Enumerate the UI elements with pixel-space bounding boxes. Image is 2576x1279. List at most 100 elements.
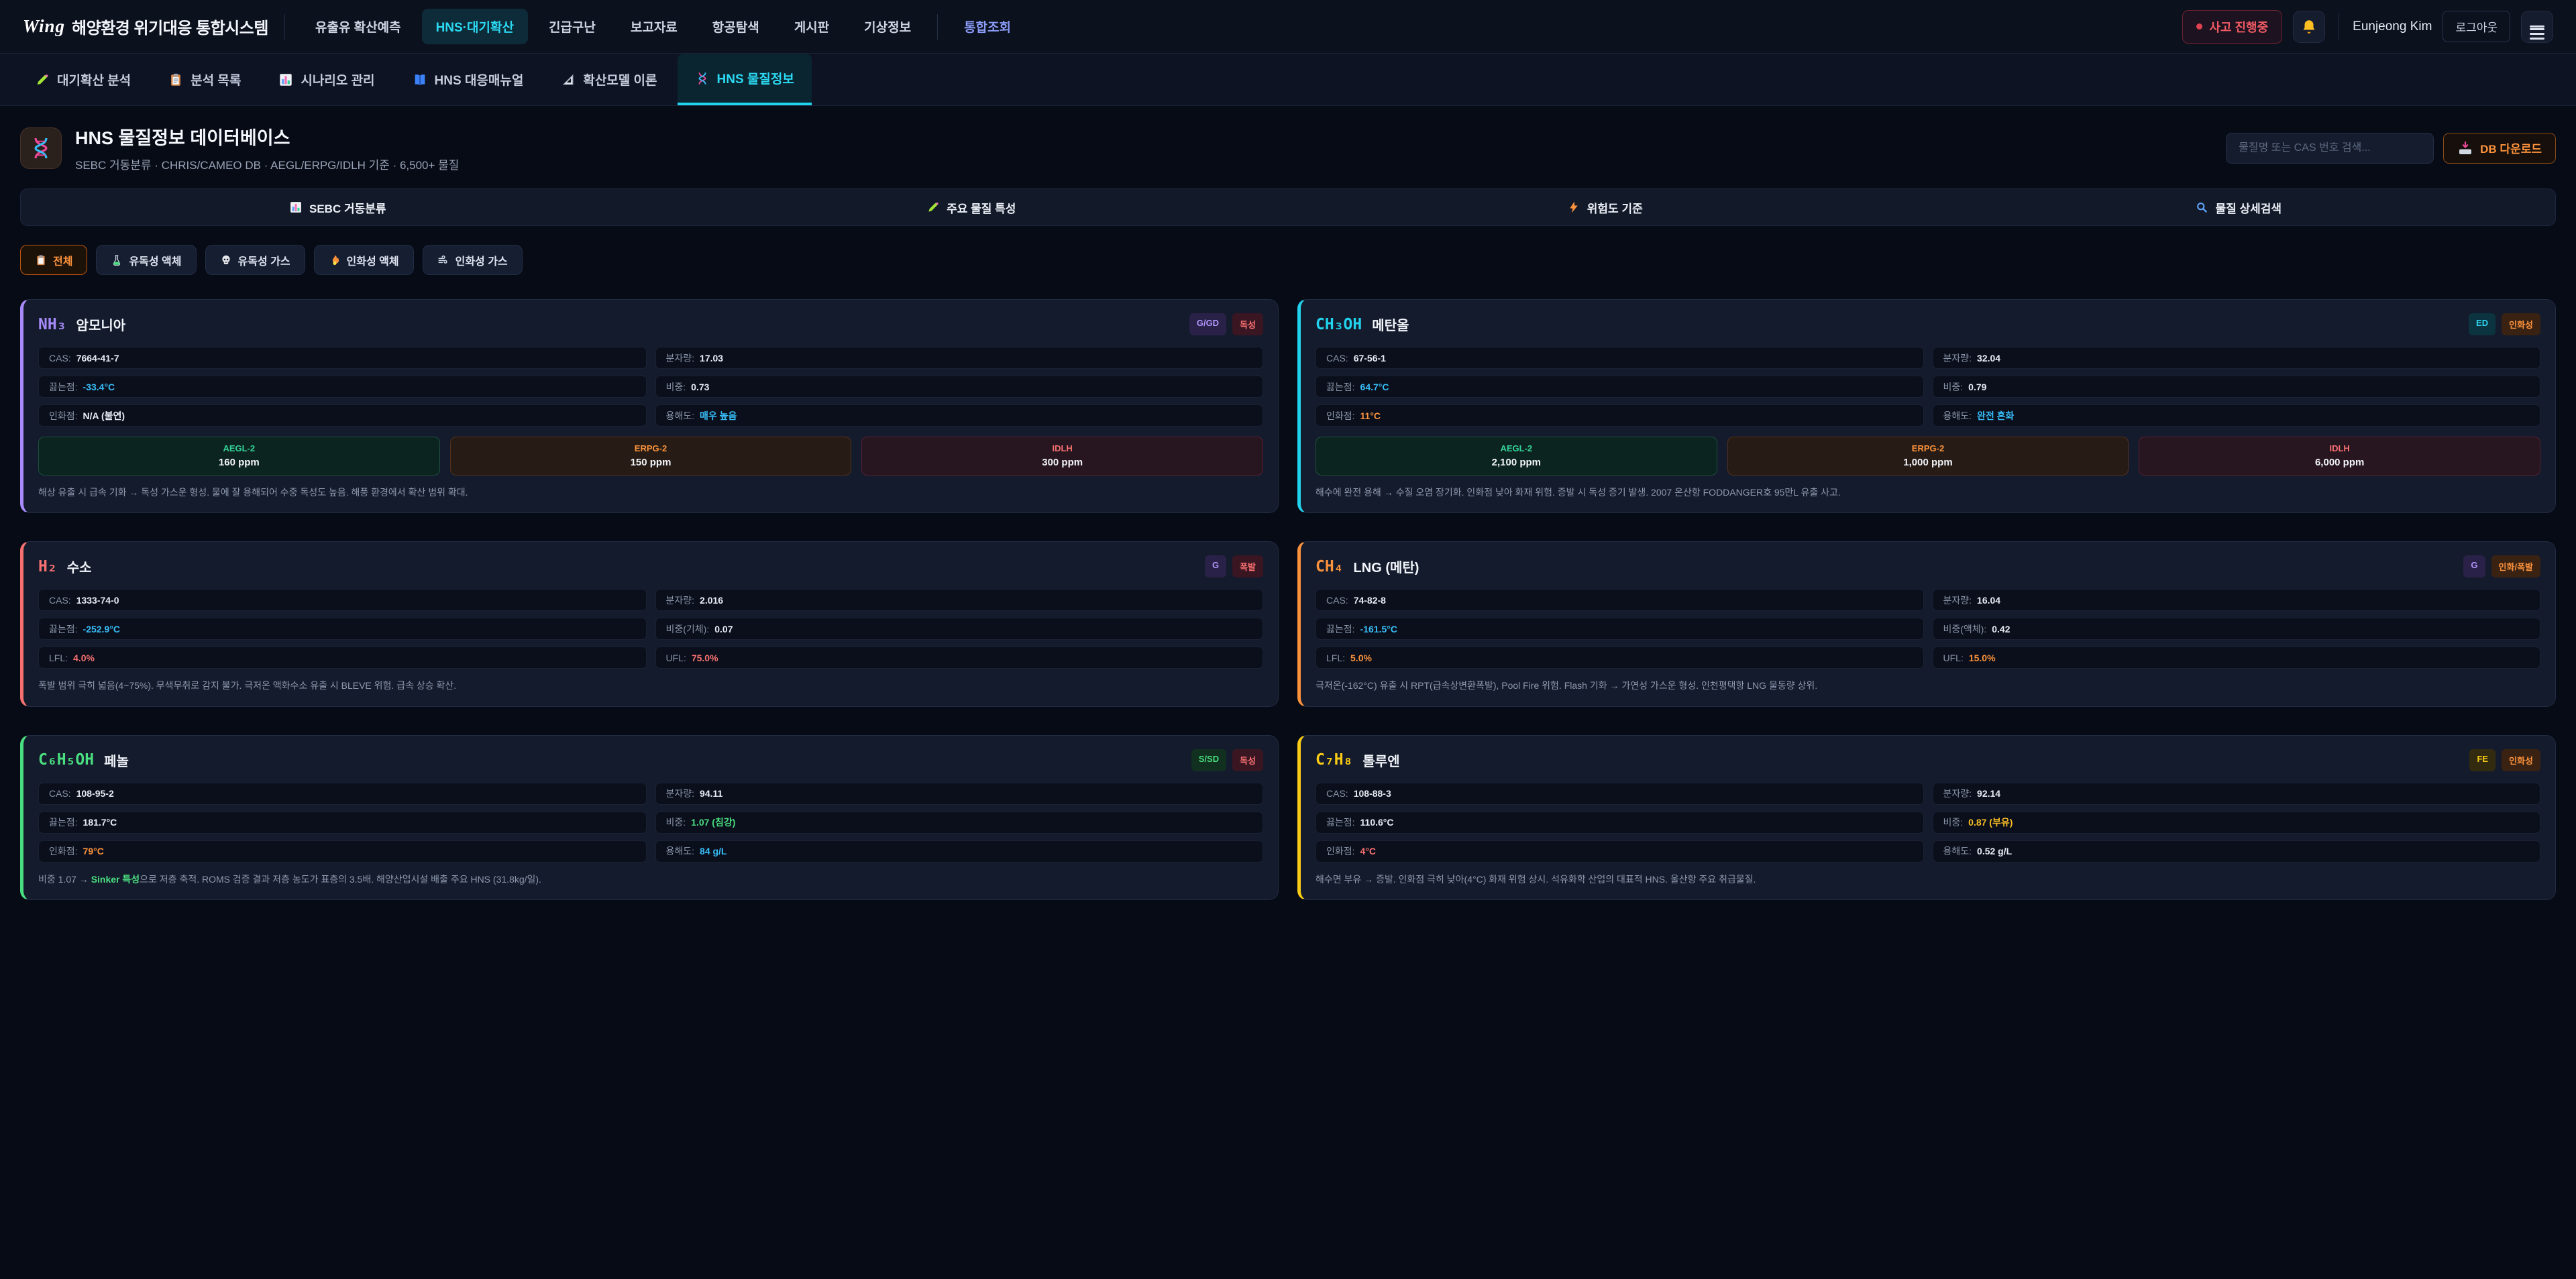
filter-toxic-liquid[interactable]: 유독성 액체 (96, 245, 196, 275)
field-molweight: 분자량:16.04 (1933, 589, 2541, 611)
field-label: 인화점: (1326, 409, 1355, 423)
field-value: 79°C (83, 846, 104, 856)
stat-aegl2: AEGL-22,100 ppm (1316, 437, 1717, 476)
page-subtitle: SEBC 거동분류 · CHRIS/CAMEO DB · AEGL/ERPG/I… (75, 156, 459, 172)
nav-item-hns-dispersion[interactable]: HNS·대기확산 (422, 9, 528, 44)
nav-item-integrated-search[interactable]: 통합조회 (950, 9, 1025, 44)
stat-erpg2: ERPG-2150 ppm (450, 437, 852, 476)
filter-label: 인화성 액체 (347, 252, 399, 268)
field-label: CAS: (49, 353, 71, 364)
filter-chips: 전체 유독성 액체 유독성 가스 인화성 액체 인화성 가스 (20, 245, 2556, 275)
badge-group: FE 인화성 (2469, 749, 2540, 771)
page-header: HNS 물질정보 데이터베이스 SEBC 거동분류 · CHRIS/CAMEO … (20, 123, 2556, 172)
field-label: 인화점: (49, 409, 78, 423)
stat-value: 160 ppm (39, 457, 439, 468)
chemical-formula: H₂ (38, 558, 57, 575)
badge-group: S/SD 독성 (1191, 749, 1263, 771)
field-boiling-point: 끓는점:-252.9°C (38, 618, 647, 640)
filter-all[interactable]: 전체 (20, 245, 87, 275)
substance-card-hydrogen: H₂ 수소 G 폭발 CAS:1333-74-0 분자량:2.016 끓는점:-… (20, 541, 1279, 706)
filter-label: 유독성 가스 (238, 252, 290, 268)
field-grid: CAS:67-56-1 분자량:32.04 끓는점:64.7°C 비중:0.79… (1316, 347, 2540, 427)
field-value: 1.07 (침강) (691, 816, 735, 829)
field-grid: CAS:7664-41-7 분자량:17.03 끓는점:-33.4°C 비중:0… (38, 347, 1263, 427)
substance-card-lng: CH₄ LNG (메탄) G 인화/폭발 CAS:74-82-8 분자량:16.… (1297, 541, 2556, 706)
nav-item-board[interactable]: 게시판 (780, 9, 843, 44)
search-input[interactable] (2226, 133, 2434, 164)
chemical-formula: C₇H₈ (1316, 751, 1352, 769)
field-flash-point: 인화점:4°C (1316, 840, 1924, 863)
nav-item-rescue[interactable]: 긴급구난 (535, 9, 610, 44)
field-label: LFL: (1326, 653, 1345, 663)
hamburger-icon (2530, 25, 2544, 27)
field-specific-gravity: 비중:0.73 (655, 376, 1264, 398)
nav-item-weather[interactable]: 기상정보 (850, 9, 925, 44)
field-value: 5.0% (1350, 653, 1372, 663)
download-tray-icon (2457, 140, 2473, 156)
field-label: 비중(액체): (1943, 622, 1987, 636)
substance-card-toluene: C₇H₈ 톨루엔 FE 인화성 CAS:108-88-3 분자량:92.14 끓… (1297, 735, 2556, 900)
section-risk-criteria[interactable]: 위험도 기준 (1288, 199, 1922, 216)
chemical-formula: CH₃OH (1316, 316, 1362, 333)
divider (284, 14, 285, 40)
logout-button[interactable]: 로그아웃 (2443, 11, 2510, 42)
section-sebc-classification[interactable]: SEBC 거동분류 (21, 199, 655, 216)
field-cas: CAS:108-95-2 (38, 783, 647, 805)
menu-button[interactable] (2521, 11, 2553, 43)
tab-hns-manual[interactable]: HNS 대응매뉴얼 (395, 54, 541, 105)
field-label: CAS: (49, 595, 71, 606)
stat-idlh: IDLH6,000 ppm (2139, 437, 2540, 476)
section-label: 물질 상세검색 (2215, 199, 2282, 216)
field-lfl: LFL: 5.0% (1316, 647, 1924, 669)
field-molweight: 분자량:92.14 (1933, 783, 2541, 805)
field-value: 32.04 (1977, 353, 2000, 364)
field-value: 매우 높음 (700, 409, 737, 423)
section-key-properties[interactable]: 주요 물질 특성 (655, 199, 1289, 216)
card-header: CH₄ LNG (메탄) G 인화/폭발 (1316, 555, 2540, 577)
sebc-badge: G/GD (1189, 313, 1226, 335)
field-value: -161.5°C (1360, 624, 1397, 634)
stat-value: 150 ppm (451, 457, 851, 468)
note-highlight: Sinker 특성 (91, 874, 140, 885)
filter-label: 전체 (53, 252, 72, 268)
field-value: 0.87 (부유) (1968, 816, 2012, 829)
substance-card-phenol: C₆H₅OH 페놀 S/SD 독성 CAS:108-95-2 분자량:94.11… (20, 735, 1279, 900)
field-value: 0.42 (1992, 624, 2010, 634)
section-label: 위험도 기준 (1587, 199, 1643, 216)
section-detail-search[interactable]: 물질 상세검색 (1922, 199, 2556, 216)
db-download-button[interactable]: DB 다운로드 (2443, 133, 2556, 164)
field-label: 끓는점: (49, 816, 78, 829)
filter-flammable-gas[interactable]: 인화성 가스 (423, 245, 523, 275)
tab-scenario-management[interactable]: 시나리오 관리 (261, 54, 392, 105)
filter-toxic-gas[interactable]: 유독성 가스 (205, 245, 305, 275)
sebc-badge: FE (2469, 749, 2496, 771)
field-label: 용해도: (1943, 844, 1972, 858)
app-title: 해양환경 위기대응 통합시스템 (72, 15, 268, 38)
field-label: 비중(기체): (666, 622, 710, 636)
note-text: 으로 저층 축적. ROMS 검증 결과 저층 농도가 표층의 3.5배. 해양… (140, 874, 541, 885)
substance-card-ammonia: NH₃ 암모니아 G/GD 독성 CAS:7664-41-7 분자량:17.03… (20, 299, 1279, 513)
card-note: 극저온(-162°C) 유출 시 RPT(급속상변환폭발), Pool Fire… (1316, 679, 2540, 692)
nav-item-oil-spill[interactable]: 유출유 확산예측 (301, 9, 415, 44)
card-note: 해수에 완전 용해 → 수질 오염 장기화. 인화점 낮아 화재 위험. 증발 … (1316, 486, 2540, 499)
nav-item-aerial-search[interactable]: 항공탐색 (698, 9, 773, 44)
field-value: 0.52 g/L (1977, 846, 2012, 856)
exposure-limit-stats: AEGL-22,100 ppm ERPG-21,000 ppm IDLH6,00… (1316, 437, 2540, 476)
field-grid: CAS:108-88-3 분자량:92.14 끓는점:110.6°C 비중:0.… (1316, 783, 2540, 863)
tab-dispersion-analysis[interactable]: 대기확산 분석 (17, 54, 148, 105)
field-cas: CAS:108-88-3 (1316, 783, 1924, 805)
top-navigation: Wing 해양환경 위기대응 통합시스템 유출유 확산예측 HNS·대기확산 긴… (0, 0, 2576, 54)
tab-hns-substance-info[interactable]: HNS 물질정보 (678, 54, 812, 105)
field-molweight: 분자량:2.016 (655, 589, 1264, 611)
skull-icon (220, 254, 232, 266)
field-label: 끓는점: (49, 380, 78, 394)
nav-item-reports[interactable]: 보고자료 (616, 9, 692, 44)
tab-model-theory[interactable]: 확산모델 이론 (543, 54, 674, 105)
filter-flammable-liquid[interactable]: 인화성 액체 (314, 245, 414, 275)
notifications-button[interactable] (2293, 11, 2325, 43)
card-note: 해수면 부유 → 증발. 인화점 극히 낮아(4°C) 화재 위험 상시. 석유… (1316, 873, 2540, 886)
field-flash-point: 인화점:79°C (38, 840, 647, 863)
tab-analysis-list[interactable]: 분석 목록 (151, 54, 258, 105)
field-label: 분자량: (1943, 594, 1972, 607)
card-header: CH₃OH 메탄올 ED 인화성 (1316, 313, 2540, 335)
